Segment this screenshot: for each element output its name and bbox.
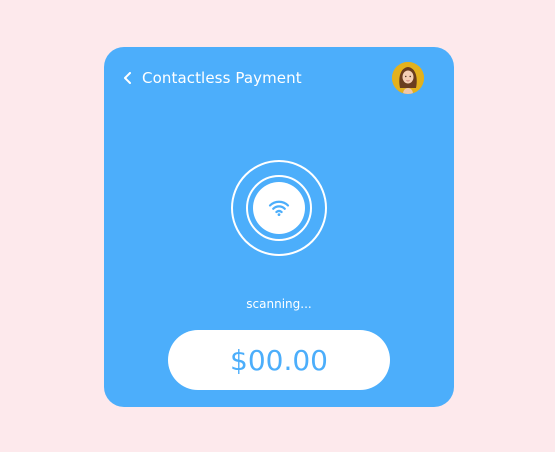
scan-status: scanning...: [246, 297, 312, 311]
header: Contactless Payment: [120, 67, 302, 89]
nfc-scanner[interactable]: [231, 160, 327, 256]
page-title: Contactless Payment: [142, 69, 302, 87]
chevron-left-icon: [124, 72, 131, 84]
amount-display[interactable]: $00.00: [168, 330, 390, 390]
wifi-icon: [268, 200, 290, 216]
user-avatar-icon: [392, 62, 424, 94]
scanner-core: [253, 182, 305, 234]
payment-card: Contactless Payment scanning... $00.00: [104, 47, 454, 407]
back-button[interactable]: [120, 67, 136, 89]
avatar[interactable]: [392, 62, 424, 94]
scanner-ring: [246, 175, 312, 241]
